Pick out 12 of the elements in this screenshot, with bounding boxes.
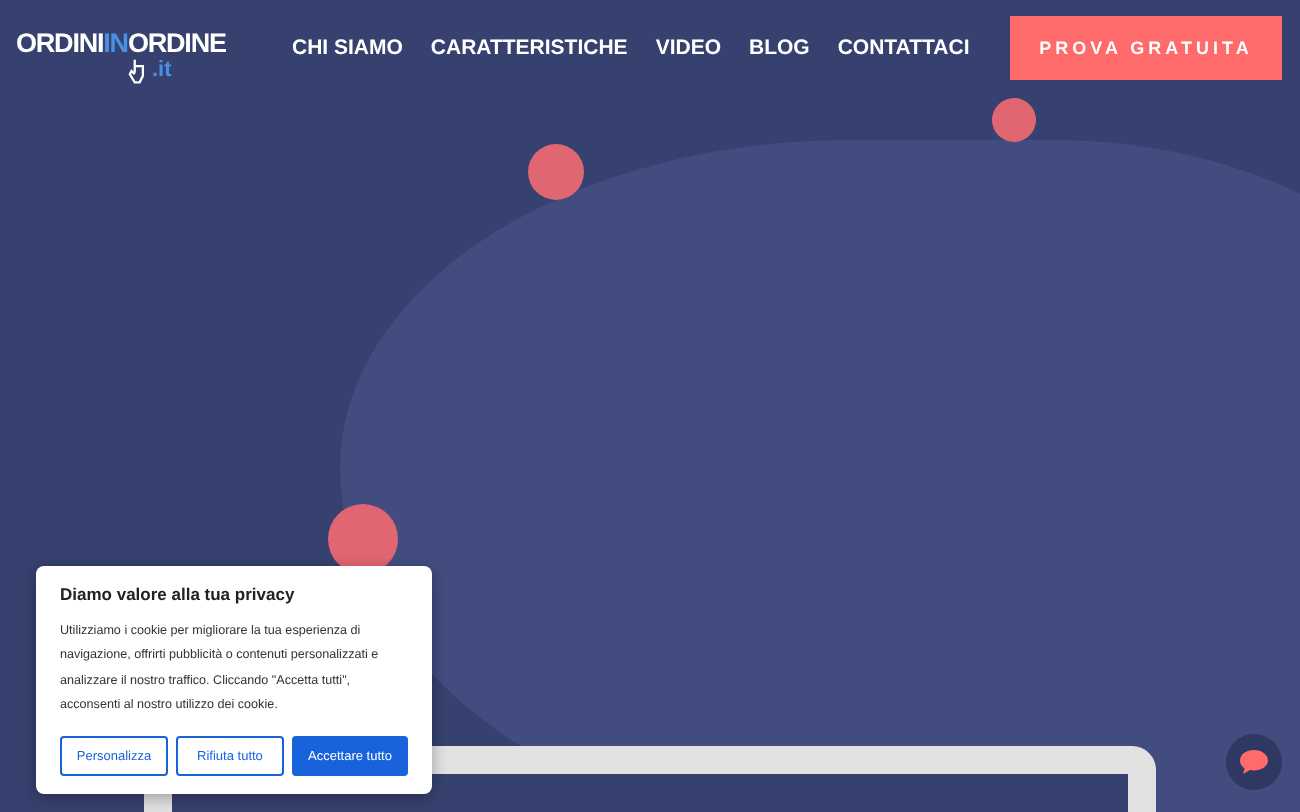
nav-link[interactable]: CONTATTACI [837, 36, 970, 60]
logo-text: ORDINIINORDINE [16, 29, 226, 57]
cookie-title: Diamo valore alla tua privacy [60, 584, 297, 604]
decorative-circle [528, 144, 584, 200]
speech-bubble-icon [1238, 748, 1270, 776]
hand-cursor-icon [128, 57, 148, 83]
nav-link[interactable]: CHI SIAMO [292, 36, 403, 60]
nav-link[interactable]: CARATTERISTICHE [430, 36, 628, 60]
decorative-circle [992, 98, 1036, 142]
nav-link[interactable]: VIDEO [655, 36, 721, 60]
nav-link[interactable]: BLOG [749, 36, 810, 60]
logo-suffix: .it [152, 58, 172, 82]
